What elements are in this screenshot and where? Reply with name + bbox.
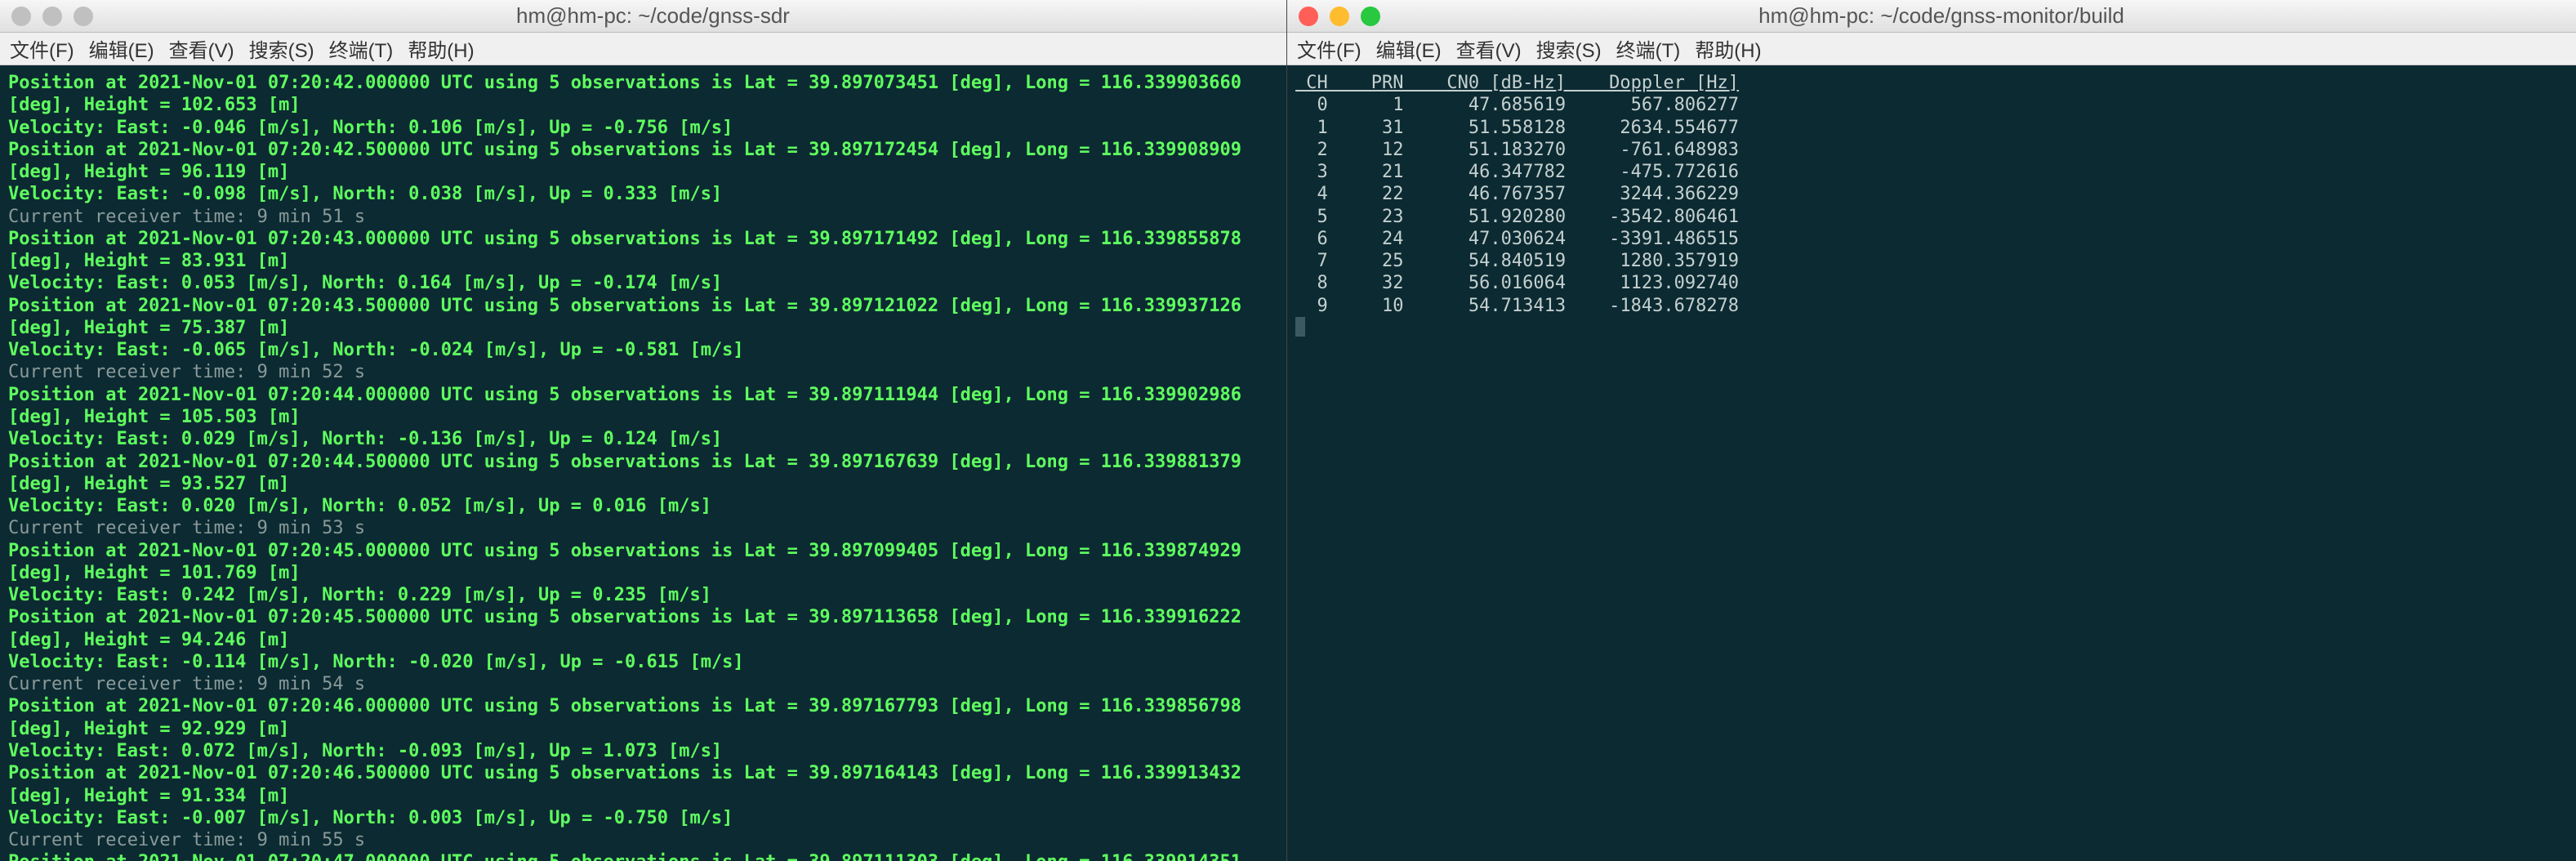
terminal-line: Velocity: East: -0.065 [m/s], North: -0.… — [8, 340, 744, 360]
menu-search[interactable]: 搜索(S) — [246, 33, 318, 65]
table-row: 6 24 47.030624 -3391.486515 — [1295, 229, 1739, 249]
terminal-line: Position at 2021-Nov-01 07:20:46.500000 … — [8, 763, 1241, 783]
terminal-line: [deg], Height = 92.929 [m] — [8, 719, 289, 739]
terminal-line: [deg], Height = 101.769 [m] — [8, 563, 301, 583]
close-icon[interactable] — [1299, 7, 1318, 26]
terminal-line: Position at 2021-Nov-01 07:20:44.500000 … — [8, 452, 1241, 472]
terminal-line: Position at 2021-Nov-01 07:20:42.500000 … — [8, 140, 1241, 160]
menu-view[interactable]: 查看(V) — [1453, 33, 1525, 65]
close-icon[interactable] — [11, 7, 31, 26]
table-row: 0 1 47.685619 567.806277 — [1295, 95, 1739, 115]
terminal-line: Position at 2021-Nov-01 07:20:47.000000 … — [8, 852, 1241, 861]
terminal-output-right[interactable]: CH PRN CN0 [dB-Hz] Doppler [Hz] 0 1 47.6… — [1287, 65, 2576, 861]
terminal-line: Velocity: East: 0.072 [m/s], North: -0.0… — [8, 741, 722, 761]
maximize-icon[interactable] — [74, 7, 93, 26]
terminal-line: Velocity: East: 0.053 [m/s], North: 0.16… — [8, 273, 722, 293]
terminal-line: Position at 2021-Nov-01 07:20:45.500000 … — [8, 607, 1241, 627]
terminal-output-left[interactable]: Position at 2021-Nov-01 07:20:42.000000 … — [0, 65, 1286, 861]
terminal-line: [deg], Height = 91.334 [m] — [8, 786, 289, 806]
cursor — [1295, 317, 1305, 337]
terminal-line: Position at 2021-Nov-01 07:20:45.000000 … — [8, 541, 1241, 561]
terminal-line: Velocity: East: -0.007 [m/s], North: 0.0… — [8, 808, 733, 828]
terminal-line: Current receiver time: 9 min 53 s — [8, 518, 365, 538]
terminal-line: [deg], Height = 83.931 [m] — [8, 251, 289, 271]
table-row: 4 22 46.767357 3244.366229 — [1295, 184, 1739, 204]
window-gnss-sdr: hm@hm-pc: ~/code/gnss-sdr 文件(F) 编辑(E) 查看… — [0, 0, 1287, 861]
terminal-line: Position at 2021-Nov-01 07:20:43.000000 … — [8, 229, 1241, 249]
window-title-right: hm@hm-pc: ~/code/gnss-monitor/build — [1380, 3, 2502, 29]
table-row: 7 25 54.840519 1280.357919 — [1295, 251, 1739, 271]
menu-help[interactable]: 帮助(H) — [1691, 33, 1764, 65]
terminal-line: Velocity: East: -0.098 [m/s], North: 0.0… — [8, 184, 722, 204]
menu-search[interactable]: 搜索(S) — [1533, 33, 1605, 65]
terminal-line: Velocity: East: -0.046 [m/s], North: 0.1… — [8, 118, 733, 138]
terminal-line: [deg], Height = 102.653 [m] — [8, 95, 301, 115]
window-title-left: hm@hm-pc: ~/code/gnss-sdr — [93, 3, 1213, 29]
terminal-line: Position at 2021-Nov-01 07:20:46.000000 … — [8, 696, 1241, 716]
terminal-line: Position at 2021-Nov-01 07:20:42.000000 … — [8, 73, 1241, 93]
terminal-line: Current receiver time: 9 min 52 s — [8, 362, 365, 382]
terminal-line: Velocity: East: 0.020 [m/s], North: 0.05… — [8, 496, 711, 516]
minimize-icon[interactable] — [42, 7, 62, 26]
menu-edit[interactable]: 编辑(E) — [1373, 33, 1445, 65]
terminal-line: Velocity: East: 0.242 [m/s], North: 0.22… — [8, 585, 711, 605]
menu-view[interactable]: 查看(V) — [166, 33, 238, 65]
terminal-line: Position at 2021-Nov-01 07:20:44.000000 … — [8, 385, 1241, 405]
table-row: 3 21 46.347782 -475.772616 — [1295, 162, 1739, 182]
terminal-line: Current receiver time: 9 min 55 s — [8, 830, 365, 850]
menu-file[interactable]: 文件(F) — [7, 33, 78, 65]
titlebar-left[interactable]: hm@hm-pc: ~/code/gnss-sdr — [0, 0, 1286, 33]
window-gnss-monitor: hm@hm-pc: ~/code/gnss-monitor/build 文件(F… — [1287, 0, 2576, 861]
terminal-line: [deg], Height = 93.527 [m] — [8, 474, 289, 494]
table-row: 5 23 51.920280 -3542.806461 — [1295, 207, 1739, 227]
terminal-line: [deg], Height = 96.119 [m] — [8, 162, 289, 182]
menubar-left: 文件(F) 编辑(E) 查看(V) 搜索(S) 终端(T) 帮助(H) — [0, 33, 1286, 65]
menubar-right: 文件(F) 编辑(E) 查看(V) 搜索(S) 终端(T) 帮助(H) — [1287, 33, 2576, 65]
menu-terminal[interactable]: 终端(T) — [326, 33, 397, 65]
terminal-line: [deg], Height = 94.246 [m] — [8, 630, 289, 650]
table-row: 8 32 56.016064 1123.092740 — [1295, 273, 1739, 293]
menu-help[interactable]: 帮助(H) — [404, 33, 477, 65]
window-controls-left — [11, 7, 93, 26]
menu-edit[interactable]: 编辑(E) — [86, 33, 158, 65]
menu-terminal[interactable]: 终端(T) — [1613, 33, 1684, 65]
table-header: CH PRN CN0 [dB-Hz] Doppler [Hz] — [1295, 73, 1739, 93]
table-row: 1 31 51.558128 2634.554677 — [1295, 118, 1739, 138]
titlebar-right[interactable]: hm@hm-pc: ~/code/gnss-monitor/build — [1287, 0, 2576, 33]
terminal-line: [deg], Height = 75.387 [m] — [8, 318, 289, 338]
table-row: 2 12 51.183270 -761.648983 — [1295, 140, 1739, 160]
terminal-line: Velocity: East: 0.029 [m/s], North: -0.1… — [8, 429, 722, 449]
terminal-line: Current receiver time: 9 min 51 s — [8, 207, 365, 227]
minimize-icon[interactable] — [1330, 7, 1349, 26]
terminal-line: Position at 2021-Nov-01 07:20:43.500000 … — [8, 296, 1241, 316]
menu-file[interactable]: 文件(F) — [1294, 33, 1365, 65]
terminal-line: [deg], Height = 105.503 [m] — [8, 407, 301, 427]
terminal-line: Velocity: East: -0.114 [m/s], North: -0.… — [8, 652, 744, 672]
terminal-line: Current receiver time: 9 min 54 s — [8, 674, 365, 694]
table-row: 9 10 54.713413 -1843.678278 — [1295, 296, 1739, 316]
window-controls-right — [1299, 7, 1380, 26]
maximize-icon[interactable] — [1361, 7, 1380, 26]
